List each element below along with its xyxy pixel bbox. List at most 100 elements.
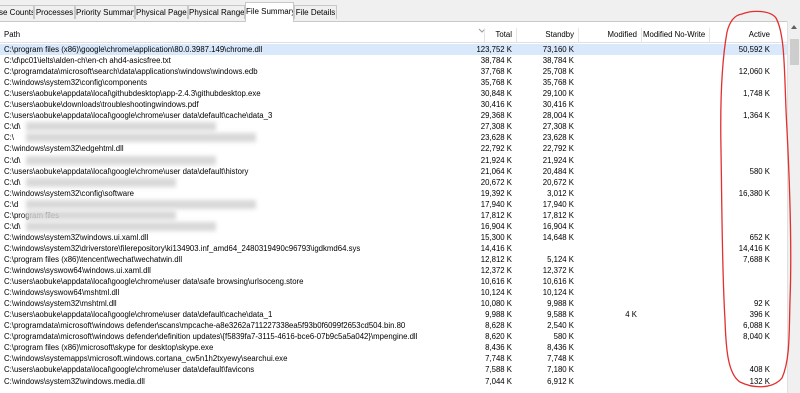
table-row[interactable]: C:\users\aobuke\appdata\local\google\chr…: [0, 364, 787, 375]
active-cell: [715, 287, 770, 298]
total-cell: 35,768 K: [480, 78, 512, 88]
total-cell: 8,628 K: [485, 321, 512, 331]
table-row[interactable]: C:\windows\system32\config\components 35,…: [0, 77, 787, 88]
column-header-modified[interactable]: Modified: [582, 28, 637, 42]
table-row[interactable]: C:\users\aobuke\appdata\local\google\chr…: [0, 110, 787, 121]
modified-no-write-cell: [648, 287, 705, 298]
scrollbar-thumb[interactable]: [790, 39, 799, 65]
table-row[interactable]: C:\program files (x86)\microsoft\skype f…: [0, 342, 787, 353]
table-row[interactable]: C:\users\aobuke\appdata\local\google\chr…: [0, 276, 787, 287]
path-cell: C:\d\pc01\ielts\alden-ch\en-ch ahd4-asic…: [4, 56, 171, 66]
vertical-scrollbar[interactable]: [787, 21, 800, 393]
total-cell: 17,940 K: [480, 199, 512, 209]
table-row[interactable]: C:\users\aobuke\appdata\local\google\chr…: [0, 166, 787, 177]
table-row[interactable]: C:\program files (x86)\tencent\wechat\we…: [0, 254, 787, 265]
modified-no-write-cell: [648, 177, 705, 188]
tab-physical-pages[interactable]: Physical Pages: [135, 5, 188, 19]
total-cell: 9,988 K: [485, 310, 512, 320]
tab-file-summary[interactable]: File Summary: [245, 2, 294, 22]
active-cell: [715, 276, 770, 287]
total-cell: 30,848 K: [480, 89, 512, 99]
table-row[interactable]: C:\ 23,628 K 23,628 K: [0, 132, 787, 143]
table-row[interactable]: C:\windows\system32\mshtml.dll 10,080 K 9,…: [0, 298, 787, 309]
tab-file-details[interactable]: File Details: [294, 5, 337, 19]
path-cell: C:\windows\syswow64\windows.ui.xaml.dll: [4, 266, 151, 275]
tab-processes[interactable]: Processes: [34, 5, 75, 19]
modified-cell: [585, 342, 637, 353]
table-row[interactable]: C:\windows\syswow64\mshtml.dll 10,124 K 10…: [0, 287, 787, 298]
modified-no-write-cell: [648, 221, 705, 232]
modified-cell: [585, 110, 637, 121]
table-row[interactable]: C:\windows\system32\config\software 19,39…: [0, 188, 787, 199]
table-row[interactable]: C:\windows\system32\driverstore\filerepo…: [0, 243, 787, 254]
active-cell: [715, 55, 770, 66]
modified-no-write-cell: [648, 121, 705, 132]
path-cell: C:\windows\system32\config\software: [4, 188, 135, 198]
active-cell: [715, 77, 770, 88]
modified-no-write-cell: [648, 232, 705, 243]
modified-cell: [585, 298, 637, 309]
standby-cell: 9,988 K: [547, 299, 574, 309]
modified-no-write-cell: [648, 132, 705, 143]
path-cell: C:\windows\systemapps\microsoft.windows.…: [4, 354, 288, 364]
table-row[interactable]: C:\d\ 27,308 K 27,308 K: [0, 121, 787, 132]
column-header-total[interactable]: Total: [470, 28, 512, 42]
modified-cell: [585, 177, 637, 188]
active-cell: 1,748 K: [743, 89, 770, 99]
modified-cell: [585, 331, 637, 342]
scroll-up-arrow-icon[interactable]: [791, 25, 797, 29]
table-row[interactable]: C:\d\ 21,924 K 21,924 K: [0, 155, 787, 166]
tab-priority-summary[interactable]: Priority Summary: [75, 5, 135, 19]
table-row[interactable]: C:\programdata\microsoft\windows defende…: [0, 320, 787, 331]
column-header-path[interactable]: Path: [4, 28, 404, 42]
standby-cell: 16,904 K: [542, 221, 574, 231]
modified-no-write-cell: [648, 298, 705, 309]
standby-cell: 25,708 K: [542, 67, 574, 77]
table-row[interactable]: C:\d\ 16,904 K 16,904 K: [0, 221, 787, 232]
tab-use-counts[interactable]: se Counts: [0, 5, 34, 19]
standby-cell: 23,628 K: [542, 133, 574, 143]
active-cell: [715, 342, 770, 353]
table-row[interactable]: C:\d\pc01\ielts\alden-ch\en-ch ahd4-asic…: [0, 55, 787, 66]
table-row[interactable]: C:\programdata\microsoft\search\data\app…: [0, 66, 787, 77]
tab-physical-ranges[interactable]: Physical Ranges: [188, 5, 245, 19]
total-cell: 29,368 K: [480, 111, 512, 121]
table-row[interactable]: C:\windows\syswow64\windows.ui.xaml.dll 1…: [0, 265, 787, 276]
redacted-blur: [26, 199, 256, 209]
modified-cell: [585, 376, 637, 387]
table-row[interactable]: C:\programdata\microsoft\windows defende…: [0, 331, 787, 342]
table-row[interactable]: C:\d 17,940 K 17,940 K: [0, 199, 787, 210]
path-cell: C:\windows\system32\driverstore\filerepo…: [4, 243, 361, 253]
modified-no-write-cell: [648, 99, 705, 110]
table-row[interactable]: C:\users\aobuke\appdata\local\google\chr…: [0, 309, 787, 320]
modified-no-write-cell: [648, 55, 705, 66]
standby-cell: 3,012 K: [547, 188, 574, 198]
standby-cell: 9,588 K: [547, 310, 574, 320]
column-header-standby[interactable]: Standby: [520, 28, 574, 42]
table-row[interactable]: C:\users\aobuke\downloads\troubleshootin…: [0, 99, 787, 110]
column-header: Path Total Standby Modified Modified No-…: [0, 28, 787, 43]
modified-cell: [585, 243, 637, 254]
table-row[interactable]: C:\windows\systemapps\microsoft.windows.…: [0, 353, 787, 364]
table-row[interactable]: C:\windows\system32\windows.media.dll 7,0…: [0, 376, 787, 387]
active-cell: 12,060 K: [738, 67, 770, 77]
table-row[interactable]: C:\users\aobuke\appdata\local\githubdesk…: [0, 88, 787, 99]
table-row[interactable]: C:\windows\system32\edgehtml.dll 22,792 K…: [0, 143, 787, 154]
standby-cell: 17,812 K: [542, 210, 574, 220]
column-header-active[interactable]: Active: [712, 28, 770, 42]
column-header-modified-no-write[interactable]: Modified No-Write: [643, 28, 705, 42]
table-row[interactable]: C:\program files17,812 K17,812 K: [0, 210, 787, 221]
active-cell: 396 K: [749, 310, 770, 320]
modified-no-write-cell: [648, 254, 705, 265]
total-cell: 123,752 K: [476, 45, 512, 54]
standby-cell: 7,748 K: [547, 354, 574, 364]
path-cell: C:\users\aobuke\appdata\local\google\chr…: [4, 310, 273, 320]
modified-no-write-cell: [648, 320, 705, 331]
table-row[interactable]: C:\d\ 20,672 K 20,672 K: [0, 177, 787, 188]
table-row[interactable]: C:\windows\system32\windows.ui.xaml.dll 1…: [0, 232, 787, 243]
total-cell: 15,300 K: [480, 232, 512, 242]
redacted-blur: [26, 155, 216, 165]
standby-cell: 10,124 K: [542, 288, 574, 298]
table-row[interactable]: C:\program files (x86)\google\chrome\app…: [0, 44, 787, 55]
modified-cell: [585, 254, 637, 265]
